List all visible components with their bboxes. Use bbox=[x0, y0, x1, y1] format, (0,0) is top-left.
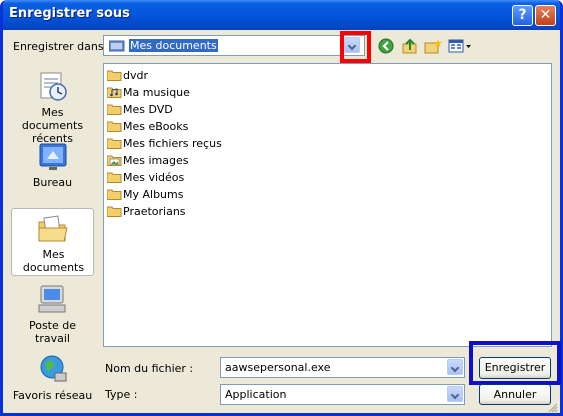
folder-icon bbox=[107, 206, 122, 217]
places-recent-documents[interactable]: Mes documents récents bbox=[11, 66, 94, 145]
file-name: Praetorians bbox=[123, 205, 186, 218]
places-my-computer[interactable]: Poste de travail bbox=[11, 281, 94, 345]
places-my-documents[interactable]: Mes documents bbox=[11, 208, 94, 276]
places-label-my-computer: Poste de travail bbox=[28, 319, 77, 345]
pictures-folder-icon bbox=[107, 155, 122, 166]
folder-icon bbox=[107, 70, 122, 81]
file-name: dvdr bbox=[123, 69, 148, 82]
filename-value: aawsepersonal.exe bbox=[225, 361, 331, 374]
recent-documents-icon bbox=[40, 72, 67, 101]
file-name: Mes vidéos bbox=[123, 171, 185, 184]
save-in-label: Enregistrer dans : bbox=[13, 40, 111, 53]
view-menu-icon[interactable] bbox=[448, 38, 472, 54]
chevron-down-icon[interactable] bbox=[447, 386, 463, 402]
file-name: Ma musique bbox=[123, 86, 190, 99]
file-name: Mes DVD bbox=[123, 103, 173, 116]
filetype-value: Application bbox=[225, 388, 287, 401]
back-icon[interactable] bbox=[378, 38, 396, 54]
my-documents-icon bbox=[38, 215, 68, 242]
places-label-network: Favoris réseau bbox=[12, 389, 93, 402]
save-in-dropdown[interactable]: Mes documents bbox=[103, 35, 365, 56]
folder-icon bbox=[107, 189, 122, 200]
save-in-value: Mes documents bbox=[129, 39, 218, 52]
file-name: Mes images bbox=[123, 154, 189, 167]
file-name: My Albums bbox=[123, 188, 184, 201]
file-list[interactable]: dvdr Ma musique Mes DVD Mes eBooks Mes f… bbox=[103, 63, 552, 347]
music-folder-icon bbox=[107, 87, 122, 98]
filetype-label: Type : bbox=[105, 388, 138, 401]
close-button[interactable]: ✕ bbox=[535, 5, 556, 26]
cancel-button[interactable]: Annuler bbox=[479, 384, 551, 405]
resize-grip-icon[interactable] bbox=[547, 402, 558, 413]
network-places-icon bbox=[40, 355, 67, 382]
folder-icon bbox=[107, 172, 122, 183]
places-network[interactable]: Favoris réseau bbox=[11, 351, 94, 407]
places-desktop[interactable]: Bureau bbox=[11, 139, 94, 199]
file-name: Mes fichiers reçus bbox=[123, 137, 222, 150]
places-bar: Mes documents récents Bureau Mes documen… bbox=[9, 63, 96, 407]
my-documents-small-icon bbox=[109, 40, 125, 52]
title-bar[interactable]: Enregistrer sous ? ✕ bbox=[3, 0, 560, 30]
my-computer-icon bbox=[38, 285, 66, 313]
folder-icon bbox=[107, 138, 122, 149]
up-folder-icon[interactable] bbox=[401, 38, 419, 54]
window-title: Enregistrer sous bbox=[9, 6, 130, 21]
filename-label: Nom du fichier : bbox=[105, 362, 194, 375]
filetype-dropdown[interactable]: Application bbox=[220, 384, 465, 405]
highlight-blue-box bbox=[469, 341, 561, 385]
desktop-icon bbox=[39, 143, 67, 170]
chevron-down-icon[interactable] bbox=[447, 359, 463, 375]
places-label-my-documents: Mes documents bbox=[22, 248, 85, 274]
file-name: Mes eBooks bbox=[123, 120, 189, 133]
folder-icon bbox=[107, 121, 122, 132]
folder-icon bbox=[107, 104, 122, 115]
highlight-red-box bbox=[340, 31, 371, 63]
places-label-desktop: Bureau bbox=[32, 176, 73, 189]
filename-input[interactable]: aawsepersonal.exe bbox=[220, 357, 465, 378]
new-folder-icon[interactable] bbox=[424, 38, 442, 54]
help-button[interactable]: ? bbox=[512, 5, 533, 26]
